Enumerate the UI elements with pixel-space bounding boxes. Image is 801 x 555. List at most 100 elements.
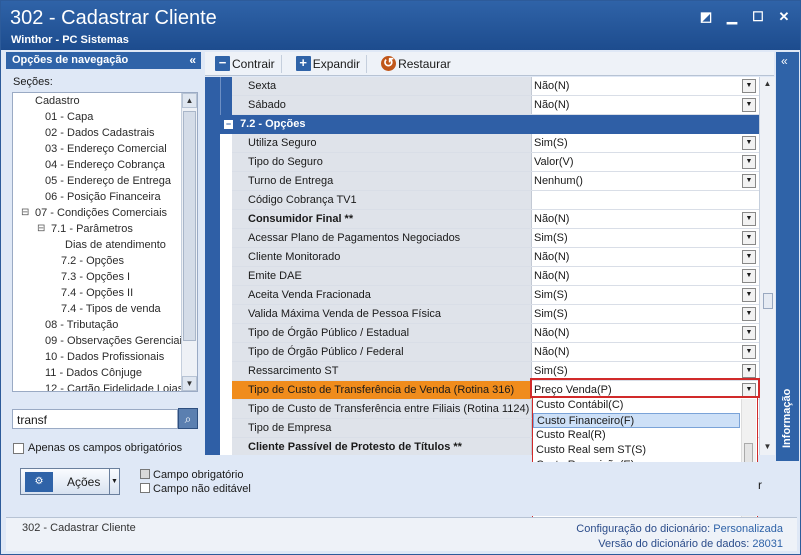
grid-row[interactable]: Cliente Monitorado Não(N) ▼ [232, 248, 759, 267]
row-value-field[interactable]: Não(N) ▼ [532, 343, 759, 361]
collapse-left-icon[interactable]: « [189, 52, 196, 69]
scroll-up-icon[interactable]: ▲ [182, 93, 197, 108]
dropdown-option[interactable]: Custo Real sem ST(S) [533, 443, 740, 458]
row-value-field[interactable]: Sim(S) ▼ [532, 134, 759, 152]
section-header[interactable]: − 7.2 - Opções [220, 115, 759, 134]
chevron-down-icon[interactable]: ▼ [742, 79, 756, 93]
grid-row[interactable]: Aceita Venda Fracionada Sim(S) ▼ [232, 286, 759, 305]
tree-scrollbar[interactable]: ▲ ▼ [181, 93, 197, 391]
grid-row[interactable]: Tipo de Órgão Público / Estadual Não(N) ▼ [232, 324, 759, 343]
tree-item[interactable]: ⊟ 7.1 - Parâmetros [13, 221, 181, 237]
tree-item[interactable]: 7.2 - Opções [13, 253, 181, 269]
config-label: Configuração do dicionário: [576, 523, 711, 535]
minimize-icon[interactable]: ▁ [724, 9, 740, 25]
row-value-field[interactable]: Não(N) ▼ [532, 324, 759, 342]
row-value-field[interactable]: Não(N) ▼ [532, 210, 759, 228]
contract-button[interactable]: − Contrair [209, 54, 282, 73]
scroll-down-icon[interactable]: ▼ [760, 440, 775, 455]
grid-row[interactable]: Turno de Entrega Nenhum() ▼ [232, 172, 759, 191]
scroll-thumb[interactable] [763, 293, 773, 309]
restore-icon[interactable]: ◩ [698, 9, 714, 25]
search-input[interactable]: transf [12, 409, 178, 429]
tree-item-label: 7.2 - Opções [61, 255, 124, 267]
chevron-down-icon[interactable]: ▼ [109, 469, 119, 494]
dropdown-option[interactable]: Custo Financeiro(F) [533, 413, 740, 428]
tree-item[interactable]: 05 - Endereço de Entrega [13, 173, 181, 189]
obscured-button[interactable]: r [758, 475, 772, 495]
grid-scrollbar[interactable]: ▲ ▼ [759, 77, 775, 455]
chevron-down-icon[interactable]: ▼ [742, 288, 756, 302]
tree-item[interactable]: 08 - Tributação [13, 317, 181, 333]
actions-button[interactable]: ⚙ Ações ▼ [20, 468, 120, 495]
chevron-down-icon[interactable]: ▼ [742, 231, 756, 245]
restore-button[interactable]: ↺ Restaurar [375, 55, 457, 73]
row-value-field[interactable]: Sim(S) ▼ [532, 305, 759, 323]
scroll-up-icon[interactable]: ▲ [760, 77, 775, 92]
tree-item[interactable]: 12 - Cartão Fidelidade Lojas [13, 381, 183, 391]
collapse-node-icon[interactable]: ⊟ [37, 221, 45, 237]
chevron-down-icon[interactable]: ▼ [742, 345, 756, 359]
collapse-section-icon[interactable]: − [224, 120, 233, 129]
tree-item[interactable]: 04 - Endereço Cobrança [13, 157, 181, 173]
scroll-down-icon[interactable]: ▼ [182, 376, 197, 391]
close-icon[interactable]: ✕ [776, 9, 792, 25]
grid-row[interactable]: Utiliza Seguro Sim(S) ▼ [232, 134, 759, 153]
row-value-field[interactable]: Nenhum() ▼ [532, 172, 759, 190]
sections-tree[interactable]: Cadastro 01 - Capa 02 - Dados Cadastrais 03… [12, 92, 198, 392]
chevron-down-icon[interactable]: ▼ [742, 307, 756, 321]
grid-row[interactable]: Sexta Não(N) ▼ [232, 77, 759, 96]
row-value-field[interactable]: Não(N) ▼ [532, 77, 759, 95]
checkbox-icon[interactable] [13, 442, 24, 454]
chevron-down-icon[interactable]: ▼ [742, 269, 756, 283]
grid-row[interactable]: Emite DAE Não(N) ▼ [232, 267, 759, 286]
search-icon[interactable]: ⌕ [178, 408, 198, 429]
chevron-down-icon[interactable]: ▼ [742, 364, 756, 378]
tree-item[interactable]: 7.4 - Tipos de venda [13, 301, 181, 317]
chevron-down-icon[interactable]: ▼ [742, 98, 756, 112]
tree-item[interactable]: 7.3 - Opções I [13, 269, 181, 285]
grid-row[interactable]: Tipo de Órgão Público / Federal Não(N) ▼ [232, 343, 759, 362]
chevron-down-icon[interactable]: ▼ [742, 155, 756, 169]
section-title: 7.2 - Opções [240, 118, 306, 130]
row-value-field[interactable]: Não(N) ▼ [532, 267, 759, 285]
expand-right-icon[interactable]: « [781, 54, 788, 68]
grid-row[interactable]: Código Cobrança TV1 [232, 191, 759, 210]
grid-row[interactable]: Consumidor Final ** Não(N) ▼ [232, 210, 759, 229]
row-value-field[interactable]: Não(N) ▼ [532, 248, 759, 266]
information-panel[interactable]: « Informação [776, 52, 799, 461]
collapse-node-icon[interactable]: ⊟ [21, 205, 29, 221]
row-label: Turno de Entrega [232, 172, 532, 190]
tree-item[interactable]: 06 - Posição Financeira [13, 189, 181, 205]
expand-button[interactable]: + Expandir [290, 54, 368, 73]
tree-item[interactable]: 7.4 - Opções II [13, 285, 181, 301]
dropdown-option[interactable]: Custo Real(R) [533, 428, 740, 443]
grid-row[interactable]: Tipo do Seguro Valor(V) ▼ [232, 153, 759, 172]
row-value-field[interactable] [532, 191, 759, 209]
chevron-down-icon[interactable]: ▼ [742, 136, 756, 150]
tree-item[interactable]: 11 - Dados Cônjuge [13, 365, 181, 381]
expand-label: Expandir [312, 56, 361, 71]
grid-row[interactable]: Acessar Plano de Pagamentos Negociados Si… [232, 229, 759, 248]
chevron-down-icon[interactable]: ▼ [742, 326, 756, 340]
tree-item[interactable]: 09 - Observações Gerenciais [13, 333, 187, 349]
grid-row[interactable]: Sábado Não(N) ▼ [232, 96, 759, 115]
maximize-icon[interactable]: ☐ [750, 9, 766, 25]
grid-row[interactable]: Valida Máxima Venda de Pessoa Física Sim(… [232, 305, 759, 324]
only-required-checkbox[interactable]: Apenas os campos obrigatórios [13, 442, 182, 454]
row-value-field[interactable]: Sim(S) ▼ [532, 229, 759, 247]
row-value-field[interactable]: Valor(V) ▼ [532, 153, 759, 171]
tree-item[interactable]: Dias de atendimento [13, 237, 181, 253]
tree-item[interactable]: 01 - Capa [13, 109, 181, 125]
tree-item[interactable]: Cadastro [13, 93, 181, 109]
tree-item[interactable]: ⊟ 07 - Condições Comerciais [13, 205, 181, 221]
chevron-down-icon[interactable]: ▼ [742, 250, 756, 264]
tree-item[interactable]: 10 - Dados Profissionais [13, 349, 181, 365]
tree-item[interactable]: 02 - Dados Cadastrais [13, 125, 181, 141]
row-value-field[interactable]: Sim(S) ▼ [532, 286, 759, 304]
dropdown-option[interactable]: Custo Contábil(C) [533, 398, 740, 413]
scroll-thumb[interactable] [183, 111, 196, 341]
row-value-field[interactable]: Não(N) ▼ [532, 96, 759, 114]
tree-item[interactable]: 03 - Endereço Comercial [13, 141, 181, 157]
chevron-down-icon[interactable]: ▼ [742, 212, 756, 226]
chevron-down-icon[interactable]: ▼ [742, 174, 756, 188]
